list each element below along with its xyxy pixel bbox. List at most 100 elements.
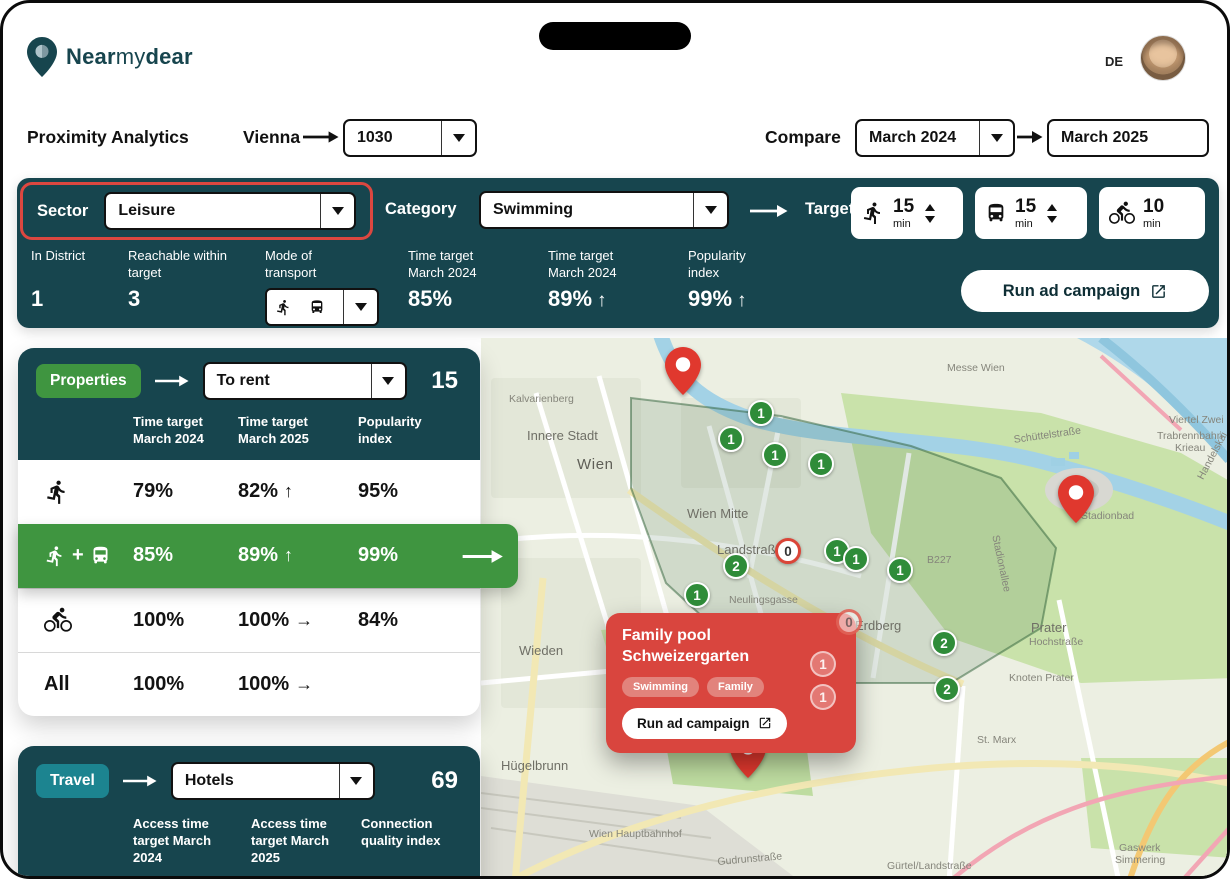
travel-badge[interactable]: Travel: [36, 764, 109, 798]
stat-time-target-2024: Time target March 2024 85%: [408, 248, 500, 312]
sector-select[interactable]: Leisure: [104, 192, 356, 230]
bus-icon: [90, 545, 111, 566]
map-label: Prater: [1031, 620, 1066, 635]
map-label: Hügelbrunn: [501, 758, 568, 773]
mode-of-transport-select[interactable]: +: [265, 288, 379, 326]
map-count-marker[interactable]: 2: [723, 553, 749, 579]
avatar[interactable]: [1141, 36, 1185, 80]
column-header: Popularity index: [358, 414, 448, 448]
plus-sign: +: [72, 544, 84, 567]
map[interactable]: KalvarienbergInnere StadtWienMesse WienV…: [481, 338, 1230, 879]
minutes-stepper[interactable]: [1047, 204, 1057, 223]
trend-up-icon: ↑: [597, 290, 607, 311]
external-link-icon: [758, 716, 772, 730]
property-row-walk[interactable]: 79% 82%↑ 95%: [18, 460, 480, 524]
map-count-marker[interactable]: 1: [810, 684, 836, 710]
map-count-marker[interactable]: 1: [808, 451, 834, 477]
run-ad-campaign-button[interactable]: Run ad campaign: [961, 270, 1209, 312]
map-label: Kalvarienberg: [509, 393, 574, 405]
map-label: Krieau: [1175, 442, 1205, 454]
map-count-marker[interactable]: 2: [934, 676, 960, 702]
plus-sign: +: [296, 299, 305, 316]
map-label: Wien Mitte: [687, 506, 748, 521]
compare-from-select[interactable]: March 2024: [855, 119, 1015, 157]
arrow-right-icon: [303, 130, 339, 144]
caret-down-icon: [453, 134, 465, 142]
trend-up-icon: ↑: [284, 545, 293, 565]
properties-count: 15: [431, 367, 462, 395]
caret-down-icon: [332, 207, 344, 215]
control-bar: Sector Leisure Category Swimming Target …: [17, 178, 1219, 328]
arrow-right-icon: [462, 549, 504, 564]
compare-label: Compare: [765, 127, 841, 148]
bike-icon: [1109, 200, 1135, 226]
map-label: Messe Wien: [947, 362, 1005, 374]
map-pin[interactable]: [665, 347, 701, 400]
device-frame: Nearmydear DE Proximity Analytics Vienna…: [0, 0, 1230, 879]
camera-notch: [539, 22, 691, 50]
column-header: Access time target March 2024: [133, 816, 217, 867]
language-toggle[interactable]: DE: [1105, 54, 1123, 69]
target-minutes: 15: [1015, 197, 1036, 216]
travel-type-select[interactable]: Hotels: [171, 762, 375, 800]
increment-icon: [925, 204, 935, 211]
column-header: Time target March 2024: [133, 414, 223, 448]
target-bike-box[interactable]: 10min: [1099, 187, 1205, 239]
map-label: Gürtel/Landstraße: [887, 860, 972, 872]
map-label: Viertel Zwei: [1169, 414, 1224, 426]
external-link-icon: [1150, 283, 1167, 300]
brand-logo[interactable]: Nearmydear: [27, 37, 193, 77]
category-select[interactable]: Swimming: [479, 191, 729, 229]
trend-up-icon: ↑: [737, 290, 747, 311]
district-select[interactable]: 1030: [343, 119, 477, 157]
property-row-bike[interactable]: 100% 100%→ 84%: [18, 588, 480, 652]
trend-flat-icon: →: [295, 674, 313, 694]
caret-down-icon: [350, 777, 362, 785]
stat-mode-of-transport: Mode of transport +: [265, 248, 379, 326]
map-count-marker[interactable]: 1: [762, 442, 788, 468]
compare-to-select[interactable]: March 2025: [1047, 119, 1209, 157]
caret-down-icon: [382, 377, 394, 385]
minutes-stepper[interactable]: [925, 204, 935, 223]
property-row-walk-bus[interactable]: + 85% 89%↑ 99%: [18, 524, 518, 588]
map-count-marker[interactable]: 1: [887, 557, 913, 583]
properties-badge[interactable]: Properties: [36, 364, 141, 398]
city-label: Vienna: [243, 127, 300, 148]
map-count-marker[interactable]: 1: [810, 651, 836, 677]
arrow-right-icon: [123, 774, 157, 788]
trend-up-icon: ↑: [284, 481, 293, 501]
increment-icon: [1047, 204, 1057, 211]
map-count-marker[interactable]: 0: [775, 538, 801, 564]
arrow-right-icon: [749, 204, 789, 218]
tag-family: Family: [707, 677, 764, 697]
property-row-all[interactable]: All 100% 100%→: [18, 652, 480, 716]
popup-run-ad-button[interactable]: Run ad campaign: [622, 708, 787, 739]
target-label: Target: [805, 200, 854, 219]
arrow-right-icon: [155, 374, 189, 388]
map-count-marker[interactable]: 0: [836, 609, 862, 635]
target-walk-box[interactable]: 15min: [851, 187, 963, 239]
properties-type-select[interactable]: To rent: [203, 362, 407, 400]
map-label: Wien: [577, 456, 614, 473]
map-count-marker[interactable]: 1: [718, 426, 744, 452]
walk-icon: [44, 479, 70, 505]
map-count-marker[interactable]: 2: [931, 630, 957, 656]
map-count-marker[interactable]: 1: [843, 546, 869, 572]
stat-reachable: Reachable within target 3: [128, 248, 233, 312]
map-label: Simmering: [1115, 854, 1165, 866]
column-header: Access time target March 2025: [251, 816, 335, 867]
brand-name: Nearmydear: [66, 44, 193, 70]
target-bus-box[interactable]: 15min: [975, 187, 1087, 239]
page-title: Proximity Analytics: [27, 127, 189, 148]
target-minutes: 15: [893, 197, 914, 216]
popup-title: Family poolSchweizergarten: [622, 626, 840, 668]
arrow-right-icon: [1017, 130, 1043, 144]
map-count-marker[interactable]: 1: [748, 400, 774, 426]
travel-card: Travel Hotels 69 Access time target Marc…: [18, 746, 480, 879]
map-label: Hochstraße: [1029, 636, 1083, 648]
decrement-icon: [1047, 216, 1057, 223]
map-pin[interactable]: [1058, 475, 1094, 528]
target-minutes: 10: [1143, 197, 1164, 216]
map-count-marker[interactable]: 1: [684, 582, 710, 608]
bike-icon: [44, 606, 72, 634]
